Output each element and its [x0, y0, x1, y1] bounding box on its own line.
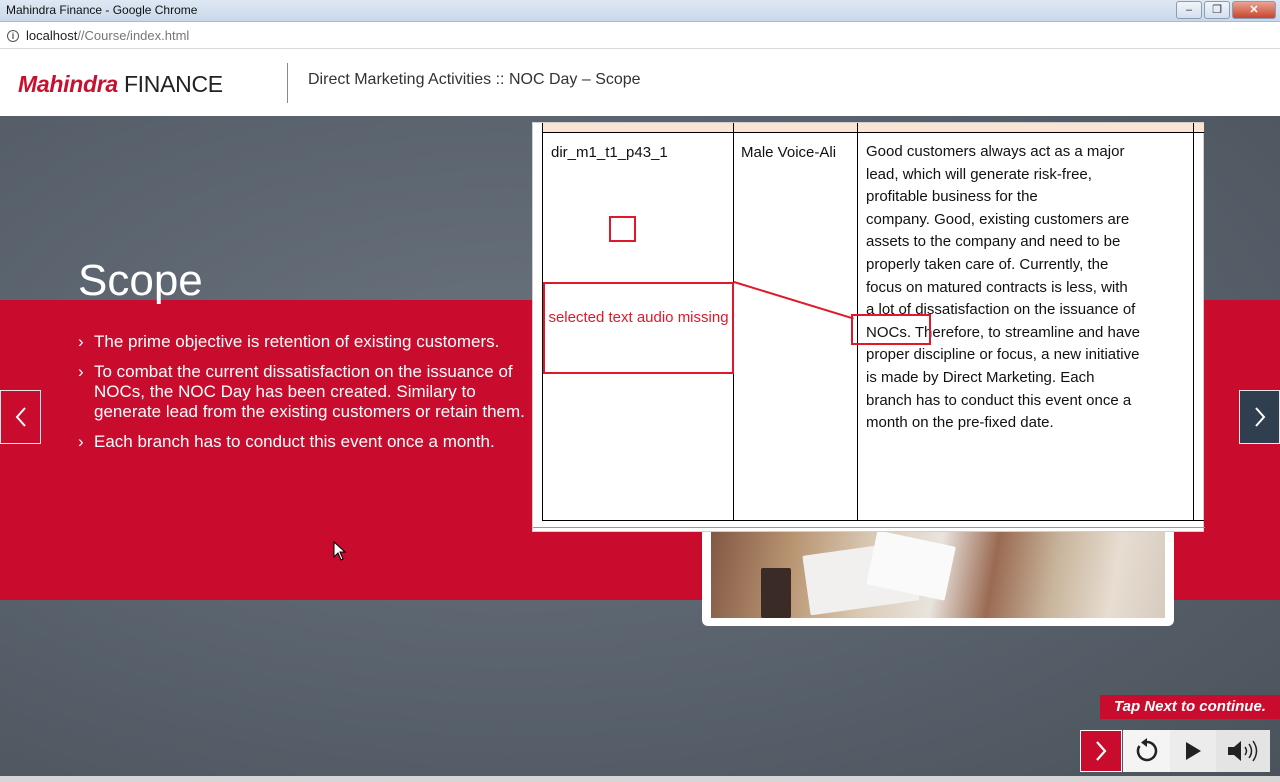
logo-suffix: FINANCE — [123, 71, 223, 97]
annotation-highlight-box — [851, 314, 931, 345]
play-button[interactable] — [1170, 730, 1216, 772]
speaker-icon — [1228, 740, 1258, 762]
window-controls: – ❐ ✕ — [1176, 1, 1276, 19]
browser-titlebar: Mahindra Finance - Google Chrome – ❐ ✕ — [0, 0, 1280, 22]
script-line: assets to the company and need to be — [866, 233, 1121, 251]
photo-dark-object — [761, 568, 791, 618]
row-id-cell: dir_m1_t1_p43_1 — [551, 144, 668, 161]
annotation-connector-line — [733, 281, 854, 320]
chevron-bullet-icon: › — [78, 432, 84, 451]
bullet-item: › To combat the current dissatisfaction o… — [78, 362, 538, 422]
bullet-text: To combat the current dissatisfaction on… — [94, 362, 525, 421]
replay-button[interactable] — [1123, 730, 1170, 772]
close-button[interactable]: ✕ — [1232, 1, 1276, 19]
chevron-left-icon — [15, 407, 26, 427]
script-line: is made by Direct Marketing. Each — [866, 368, 1095, 386]
bullet-list: › The prime objective is retention of exi… — [78, 332, 538, 462]
script-document-overlay: dir_m1_t1_p43_1 Male Voice-Ali Good cust… — [532, 122, 1205, 532]
page-edge — [533, 527, 1205, 528]
minimize-button[interactable]: – — [1176, 1, 1202, 19]
course-header: Mahindra FINANCE Direct Marketing Activi… — [0, 49, 1280, 116]
table-border — [1193, 123, 1194, 521]
script-line: lead, which will generate risk-free, — [866, 165, 1092, 183]
voice-cell: Male Voice-Ali — [741, 144, 837, 161]
script-line: month on the pre-fixed date. — [866, 414, 1054, 432]
slide-heading: Scope — [78, 256, 203, 305]
script-line: branch has to conduct this event once a — [866, 391, 1132, 409]
info-icon[interactable]: i — [7, 30, 19, 42]
table-border — [542, 520, 1204, 521]
chevron-bullet-icon: › — [78, 332, 84, 351]
chevron-right-icon — [1096, 741, 1107, 761]
bullet-item: › The prime objective is retention of exi… — [78, 332, 538, 352]
script-line: Good customers always act as a major — [866, 143, 1125, 160]
script-line: focus on matured contracts is less, with — [866, 278, 1128, 296]
window-title: Mahindra Finance - Google Chrome — [6, 3, 198, 17]
maximize-button[interactable]: ❐ — [1204, 1, 1230, 19]
mouse-cursor-icon — [333, 541, 347, 561]
bottom-strip — [0, 776, 1280, 782]
tap-next-hint: Tap Next to continue. — [1100, 695, 1280, 719]
mahindra-finance-logo: Mahindra FINANCE — [18, 71, 223, 98]
bullet-text: Each branch has to conduct this event on… — [94, 432, 495, 451]
url-text[interactable]: localhost//Course/index.html — [26, 28, 189, 43]
annotation-label: selected text audio missing — [548, 309, 729, 326]
prev-slide-button[interactable] — [0, 390, 41, 444]
address-bar[interactable]: i localhost//Course/index.html — [0, 22, 1280, 49]
script-line: proper discipline or focus, a new initia… — [866, 346, 1140, 364]
script-line: properly taken care of. Currently, the — [866, 255, 1109, 273]
slide-stage: Scope › The prime objective is retention … — [0, 116, 1280, 782]
script-line: profitable business for the — [866, 188, 1038, 206]
script-line: company. Good, existing customers are — [866, 210, 1130, 228]
play-icon — [1186, 742, 1201, 760]
chevron-right-icon — [1254, 407, 1265, 427]
table-header-row — [542, 123, 1204, 133]
replay-icon — [1136, 738, 1157, 762]
next-slide-button[interactable] — [1239, 390, 1280, 444]
annotation-small-box — [609, 216, 636, 242]
url-path: //Course/index.html — [77, 28, 190, 43]
bullet-item: › Each branch has to conduct this event o… — [78, 432, 538, 452]
next-button[interactable] — [1080, 730, 1122, 772]
script-cell: Good customers always act as a major lea… — [866, 141, 1188, 435]
audio-button[interactable] — [1216, 730, 1270, 772]
url-host: localhost — [26, 28, 78, 43]
header-divider — [287, 63, 288, 103]
chevron-bullet-icon: › — [78, 362, 84, 381]
page-title: Direct Marketing Activities :: NOC Day –… — [308, 71, 641, 88]
bullet-text: The prime objective is retention of exis… — [94, 332, 500, 351]
annotation-callout-box: selected text audio missing — [543, 282, 734, 374]
logo-brand: Mahindra — [18, 71, 118, 97]
